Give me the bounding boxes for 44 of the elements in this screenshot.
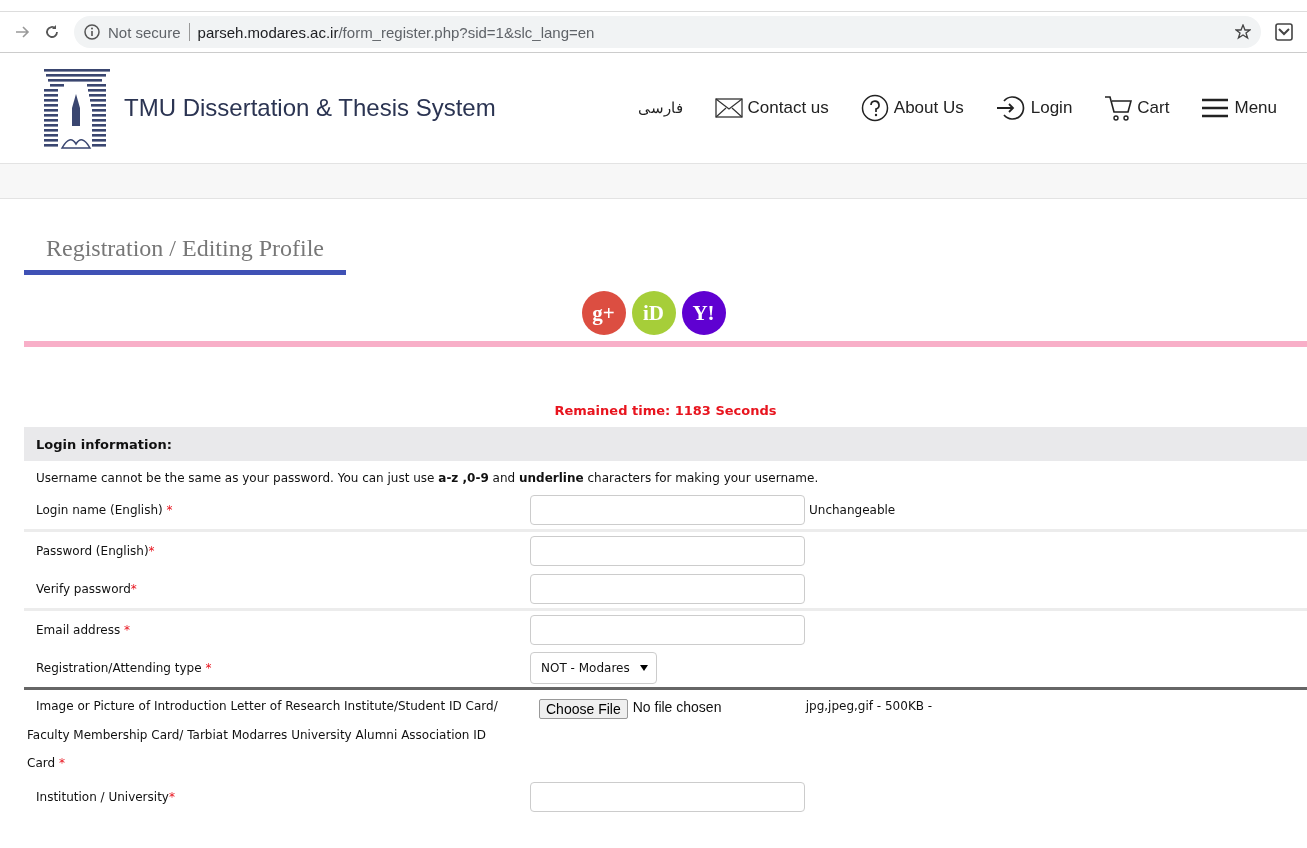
text-field[interactable]: [530, 781, 805, 812]
extension-icon[interactable]: [1275, 23, 1293, 41]
forward-icon[interactable]: [14, 24, 30, 40]
nav-link[interactable]: About Us: [860, 94, 964, 122]
field-label: Email address *: [35, 623, 132, 637]
file-status: No file chosen: [632, 699, 723, 715]
envelope-icon: [714, 96, 743, 120]
security-label: Not secure: [108, 23, 181, 41]
cart-icon: [1104, 94, 1133, 122]
field-note: Unchangeable: [809, 503, 896, 517]
sign-in-icon: [995, 94, 1026, 122]
reload-icon[interactable]: [44, 24, 60, 40]
instruction-text: Username cannot be the same as your password. You can just use a-z ,0-9 and underline characters for making your username.: [35, 470, 820, 487]
social-login-button[interactable]: g+: [581, 291, 626, 335]
text-field[interactable]: [530, 495, 805, 525]
star-icon[interactable]: [1235, 24, 1251, 40]
nav-link[interactable]: Contact us: [714, 96, 829, 120]
site-title: TMU Dissertation & Thesis System: [124, 94, 496, 122]
choose-file-button[interactable]: Choose File: [539, 699, 628, 719]
field-label: Image or Picture of Introduction Letter of Research Institute/Student ID Card/ Faculty Membership Card/ Tarbiat Modarres University Alumni Association ID Card *: [26, 698, 499, 772]
url-text: parseh.modares.ac.ir/form_register.php?sid=1&slc_lang=en: [197, 23, 595, 41]
field-label: Verify password*: [35, 582, 138, 596]
section-header: Login information:: [24, 427, 1307, 461]
social-login-button[interactable]: Y!: [681, 291, 726, 335]
question-icon: [860, 94, 889, 122]
caret-icon: [639, 665, 648, 671]
menu-icon: [1201, 96, 1230, 120]
text-field[interactable]: [530, 574, 805, 604]
nav-link[interactable]: Login: [995, 94, 1073, 122]
text-field[interactable]: [530, 615, 805, 645]
field-label: Institution / University*: [35, 789, 176, 804]
field-label: Password (English)*: [35, 544, 156, 558]
type-dropdown[interactable]: NOT - Modares: [530, 652, 657, 684]
info-icon[interactable]: [84, 24, 100, 40]
page-title: Registration / Editing Profile: [24, 199, 346, 275]
field-label: Login name (English) *: [35, 503, 174, 517]
address-bar[interactable]: Not secure parseh.modares.ac.ir/form_register.php?sid=1&slc_lang=en: [74, 16, 1261, 48]
file-hint: jpg,jpeg,gif - 500KB -: [805, 699, 933, 713]
field-label: Registration/Attending type *: [35, 661, 213, 675]
nav-link[interactable]: Cart: [1104, 94, 1170, 122]
nav-link[interactable]: Menu: [1201, 96, 1277, 120]
text-field[interactable]: [530, 536, 805, 566]
timer-text: Remained time: 1183 Seconds: [553, 402, 778, 420]
nav-link[interactable]: فارسی: [637, 99, 683, 117]
